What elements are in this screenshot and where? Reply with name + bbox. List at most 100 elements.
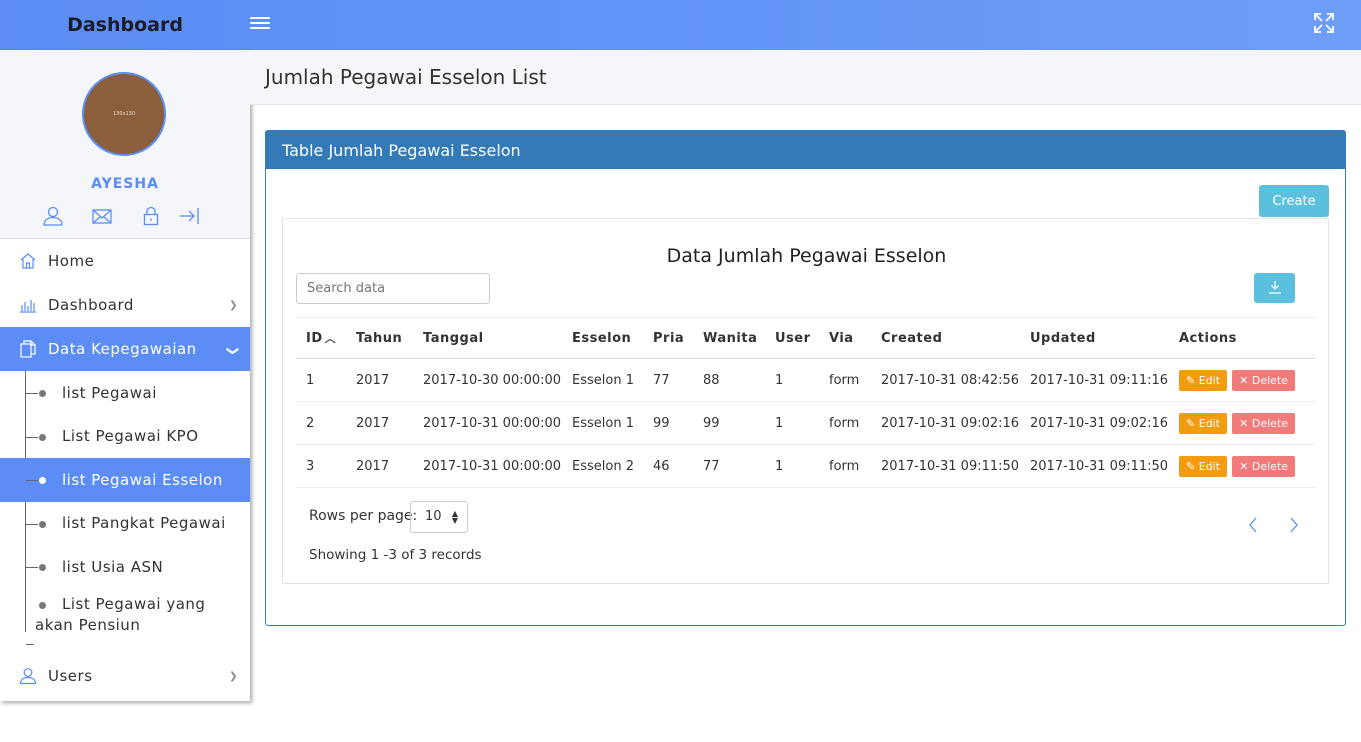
sidebar-item-label: list Usia ASN	[62, 557, 164, 576]
search-input[interactable]	[296, 273, 490, 304]
download-button[interactable]	[1254, 273, 1295, 303]
rows-per-page-select[interactable]: 10 ▲ ▼	[410, 501, 468, 533]
lock-icon[interactable]	[140, 205, 162, 227]
bullet-icon	[39, 390, 46, 397]
user-icon	[19, 667, 37, 685]
sidebar-item-users[interactable]: Users ❯	[0, 654, 250, 698]
cell-tanggal: 2017-10-31 00:00:00	[413, 444, 562, 488]
user-name: AYESHA	[91, 176, 159, 192]
table-row: 3 2017 2017-10-31 00:00:00 Esselon 2 46 …	[296, 444, 1316, 488]
copy-icon	[19, 340, 37, 358]
column-header-label: ID	[306, 331, 323, 346]
sidebar-item-label-line2: akan Pensiun	[35, 615, 141, 634]
sidebar-item-label: list Pegawai Esselon	[62, 470, 223, 489]
sidebar-item-list-usia-asn[interactable]: list Usia ASN	[0, 545, 250, 589]
sort-up-icon[interactable]: ︿	[325, 332, 337, 345]
sidebar-item-data-kepegawaian[interactable]: Data Kepegawaian ❯	[0, 327, 250, 371]
sidebar-item-list-pegawai-kpo[interactable]: List Pegawai KPO	[0, 415, 250, 459]
edit-label: Edit	[1198, 459, 1221, 473]
cell-id: 2	[296, 401, 346, 445]
user-icon[interactable]	[42, 205, 64, 227]
table-panel: Table Jumlah Pegawai Esselon Create Data…	[265, 130, 1346, 626]
cell-created: 2017-10-31 09:11:50	[871, 444, 1020, 488]
edit-label: Edit	[1198, 416, 1221, 430]
table-header-row: ID ︿ Tahun Tanggal Esselon Pria Wanita Us…	[296, 317, 1316, 359]
close-icon: ✕	[1239, 416, 1249, 430]
next-page-icon[interactable]	[1284, 515, 1304, 535]
bar-chart-icon	[19, 296, 37, 314]
sidebar: 130x130 AYESHA Home Dashboard ❯ Data Kep…	[0, 50, 250, 701]
cell-pria: 46	[643, 444, 693, 488]
sidebar-item-label: Users	[48, 666, 93, 685]
table-row: 2 2017 2017-10-31 00:00:00 Esselon 1 99 …	[296, 401, 1316, 445]
edit-button[interactable]: ✎ Edit	[1179, 369, 1228, 391]
cell-user: 1	[765, 401, 819, 445]
cell-created: 2017-10-31 08:42:56	[871, 358, 1020, 402]
cell-id: 3	[296, 444, 346, 488]
cell-wanita: 99	[693, 401, 765, 445]
cell-user: 1	[765, 358, 819, 402]
sidebar-item-dashboard[interactable]: Dashboard ❯	[0, 283, 250, 327]
prev-page-icon[interactable]	[1243, 515, 1263, 535]
mail-icon[interactable]	[91, 205, 113, 227]
cell-actions: ✎ Edit ✕ Delete	[1169, 401, 1316, 445]
edit-icon: ✎	[1186, 459, 1196, 473]
rows-per-page-value: 10	[425, 509, 442, 524]
column-header-tahun[interactable]: Tahun	[346, 317, 413, 359]
logout-icon[interactable]	[178, 205, 200, 227]
delete-button[interactable]: ✕ Delete	[1232, 369, 1296, 391]
bullet-icon	[39, 601, 46, 609]
cell-via: form	[819, 358, 871, 402]
delete-button[interactable]: ✕ Delete	[1232, 455, 1296, 477]
column-header-via[interactable]: Via	[819, 317, 871, 359]
column-header-pria[interactable]: Pria	[643, 317, 693, 359]
column-header-actions: Actions	[1169, 317, 1316, 359]
create-button[interactable]: Create	[1259, 185, 1329, 217]
select-arrows-icon: ▲ ▼	[451, 509, 458, 525]
sidebar-item-home[interactable]: Home	[0, 239, 250, 283]
edit-button[interactable]: ✎ Edit	[1179, 412, 1228, 434]
cell-user: 1	[765, 444, 819, 488]
delete-label: Delete	[1251, 459, 1289, 473]
sidebar-menu: Home Dashboard ❯ Data Kepegawaian ❯	[0, 239, 250, 371]
avatar[interactable]: 130x130	[82, 72, 166, 156]
sidebar-item-list-pegawai-pensiun[interactable]: List Pegawai yang akan Pensiun	[0, 589, 250, 654]
bullet-icon	[39, 520, 46, 528]
edit-button[interactable]: ✎ Edit	[1179, 455, 1228, 477]
edit-icon: ✎	[1186, 373, 1196, 387]
sidebar-item-list-pangkat-pegawai[interactable]: list Pangkat Pegawai	[0, 502, 250, 546]
column-header-created[interactable]: Created	[871, 317, 1020, 359]
edit-label: Edit	[1198, 373, 1221, 387]
home-icon	[19, 252, 37, 270]
profile-actions	[0, 205, 250, 227]
page-header: Jumlah Pegawai Esselon List	[250, 50, 1361, 105]
top-navbar: Dashboard	[0, 0, 1361, 50]
column-header-updated[interactable]: Updated	[1020, 317, 1169, 359]
chevron-right-icon: ❯	[229, 300, 238, 311]
menu-toggle-icon[interactable]	[250, 14, 270, 34]
sidebar-item-list-pegawai[interactable]: list Pegawai	[0, 371, 250, 415]
submenu-kepegawaian: list Pegawai List Pegawai KPO list Pegaw…	[0, 371, 250, 654]
cell-pria: 99	[643, 401, 693, 445]
rows-per-page-label: Rows per page:	[309, 508, 418, 524]
cell-via: form	[819, 401, 871, 445]
delete-button[interactable]: ✕ Delete	[1232, 412, 1296, 434]
cell-tahun: 2017	[346, 401, 413, 445]
fullscreen-icon[interactable]	[1313, 12, 1335, 34]
sidebar-item-list-pegawai-esselon[interactable]: list Pegawai Esselon	[0, 458, 250, 502]
cell-updated: 2017-10-31 09:11:16	[1020, 358, 1169, 402]
sidebar-item-label: Dashboard	[48, 296, 134, 314]
cell-esselon: Esselon 2	[562, 444, 643, 488]
brand-title: Dashboard	[67, 14, 183, 36]
delete-label: Delete	[1251, 373, 1289, 387]
cell-pria: 77	[643, 358, 693, 402]
bullet-icon	[39, 564, 46, 571]
cell-tahun: 2017	[346, 358, 413, 402]
column-header-esselon[interactable]: Esselon	[562, 317, 643, 359]
column-header-user[interactable]: User	[765, 317, 819, 359]
column-header-tanggal[interactable]: Tanggal	[413, 317, 562, 359]
column-header-id[interactable]: ID ︿	[296, 317, 346, 359]
cell-tahun: 2017	[346, 444, 413, 488]
column-header-wanita[interactable]: Wanita	[693, 317, 765, 359]
data-table-card: Data Jumlah Pegawai Esselon ID︿ Tahun Ta…	[282, 218, 1329, 584]
